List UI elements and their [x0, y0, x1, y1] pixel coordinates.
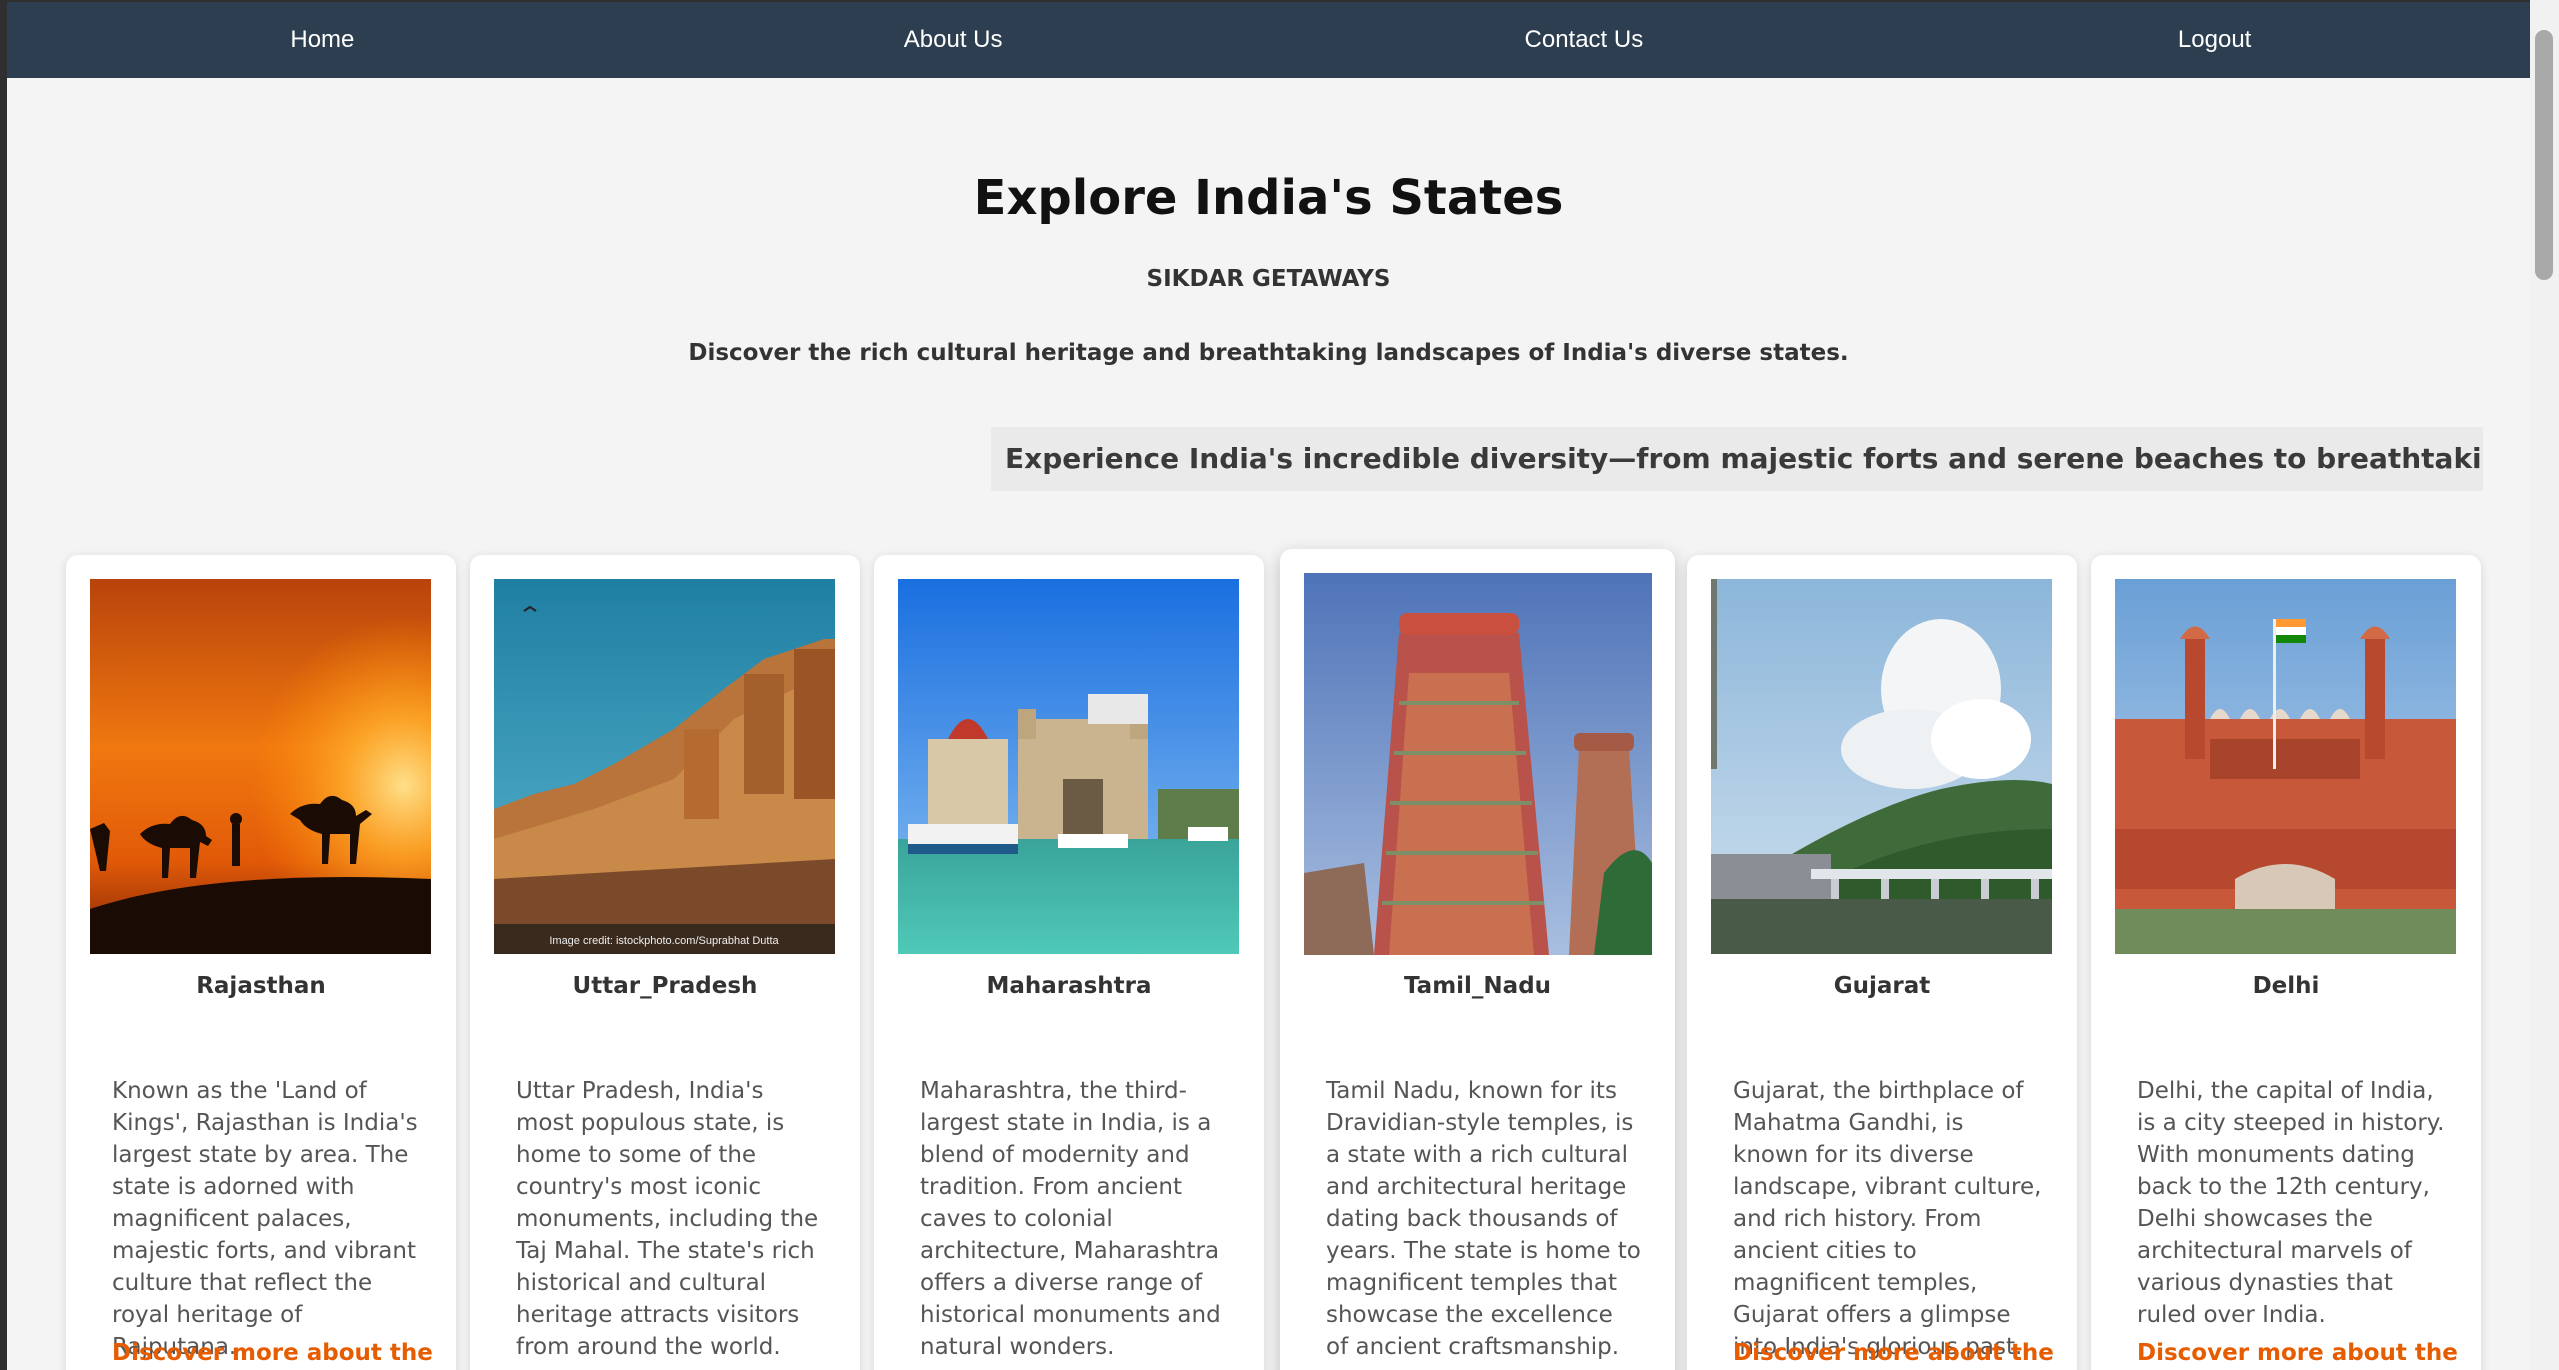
vertical-scrollbar[interactable] — [2530, 0, 2559, 1370]
state-description: Maharashtra, the third-largest state in … — [920, 1078, 1221, 1360]
discover-more-link[interactable]: Discover more about the — [2137, 1340, 2461, 1366]
state-card-rajasthan[interactable]: Rajasthan Known as the 'Land of Kings', … — [66, 555, 456, 1370]
delhi-image — [2115, 579, 2456, 954]
state-card-tamil-nadu[interactable]: Tamil_Nadu Tamil Nadu, known for its Dra… — [1280, 549, 1675, 1370]
discover-more-link[interactable]: Discover more about the — [1733, 1340, 2057, 1366]
state-name: Uttar_Pradesh — [572, 973, 758, 999]
state-name: Maharashtra — [986, 973, 1152, 999]
discover-more-link[interactable]: Discover more about the — [112, 1340, 436, 1366]
state-card-maharashtra[interactable]: Maharashtra Maharashtra, the third-large… — [874, 555, 1264, 1370]
state-name: Tamil_Nadu — [1403, 973, 1552, 999]
state-name: Gujarat — [1833, 973, 1931, 999]
state-name: Delhi — [2252, 973, 2320, 999]
gujarat-image — [1711, 579, 2052, 954]
uttar-pradesh-image: Image credit: istockphoto.com/Suprabhat … — [494, 579, 835, 954]
rajasthan-image — [90, 579, 431, 954]
page: Home About Us Contact Us Logout Explore … — [7, 2, 2530, 1370]
maharashtra-image — [898, 579, 1239, 954]
state-cards: Rajasthan Known as the 'Land of Kings', … — [7, 2, 2530, 1370]
scrollbar-thumb[interactable] — [2535, 30, 2553, 280]
state-description: Tamil Nadu, known for its Dravidian-styl… — [1326, 1078, 1641, 1360]
state-card-gujarat[interactable]: Gujarat Gujarat, the birthplace of Mahat… — [1687, 555, 2077, 1370]
state-description: Known as the 'Land of Kings', Rajasthan … — [112, 1078, 418, 1360]
tamil-nadu-image — [1304, 573, 1652, 955]
state-description: Gujarat, the birthplace of Mahatma Gandh… — [1733, 1078, 2042, 1360]
state-card-uttar-pradesh[interactable]: Image credit: istockphoto.com/Suprabhat … — [470, 555, 860, 1370]
state-card-delhi[interactable]: Delhi Delhi, the capital of India, is a … — [2091, 555, 2481, 1370]
state-description: Uttar Pradesh, India's most populous sta… — [516, 1078, 819, 1360]
state-name: Rajasthan — [196, 973, 326, 999]
state-description: Delhi, the capital of India, is a city s… — [2137, 1078, 2445, 1328]
image-credit: Image credit: istockphoto.com/Suprabhat … — [549, 935, 779, 947]
